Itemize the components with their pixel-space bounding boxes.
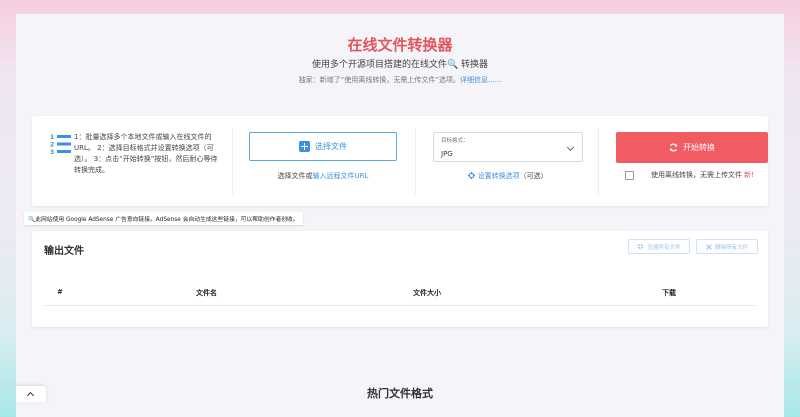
instructions-text: 1：批量选择多个本地文件或输入在线文件的URL。 2：选择目标格式并设置转换选项… [74, 133, 218, 174]
close-icon [706, 243, 712, 250]
plus-icon [299, 141, 310, 152]
file-select-hint: 选择文件或输入远程文件URL [249, 171, 397, 181]
page-subtitle: 使用多个开源项目搭建的在线文件🔍 转换器 [311, 60, 489, 70]
svg-text:1: 1 [50, 134, 54, 141]
settings-line: 设置转换选项（可选） [433, 171, 583, 181]
select-file-button[interactable]: 选择文件 [249, 132, 397, 161]
page-title: 在线文件转换器 [347, 36, 453, 54]
settings-optional-text: （可选） [519, 172, 548, 180]
conversion-panel: 1 2 3 1：批量选择多个本地文件或输入在线文件的URL。 2：选择目标格式并… [32, 116, 768, 206]
column-divider [232, 128, 233, 194]
compress-all-label: 压缩所有文件 [647, 244, 681, 251]
chevron-up-icon [26, 391, 35, 400]
target-format-value: JPG [441, 150, 453, 158]
page-container: 在线文件转换器 使用多个开源项目搭建的在线文件🔍 转换器 独家：新增了“使用离线… [16, 14, 784, 417]
offline-option: 使用离线转换，无需上传文件 新! [625, 170, 771, 180]
svg-text:2: 2 [50, 142, 54, 149]
column-header-filename: 文件名 [196, 289, 217, 297]
file-or-text: 选择文件或 [277, 172, 313, 180]
notice-text: 独家：新增了“使用离线转换，无需上传文件”选项。 [298, 76, 460, 84]
exclusive-notice: 独家：新增了“使用离线转换，无需上传文件”选项。详细信息...... [16, 75, 784, 85]
delete-all-label: 删除所有文件 [714, 244, 748, 251]
table-header-divider [44, 305, 756, 306]
start-conversion-button[interactable]: 开始转换 [616, 132, 768, 163]
refresh-icon [669, 143, 678, 152]
details-link[interactable]: 详细信息...... [460, 76, 501, 84]
remote-url-link[interactable]: 输入远程文件URL [313, 172, 369, 180]
output-title: 输出文件 [44, 246, 84, 257]
target-format-label: 目标格式： [441, 138, 469, 144]
column-divider [415, 128, 416, 194]
chevron-down-icon [566, 143, 575, 152]
target-format-select[interactable]: 目标格式： JPG [433, 132, 583, 162]
popular-formats-heading: 热门文件格式 [367, 387, 433, 400]
scroll-to-top-button[interactable] [16, 386, 46, 402]
compress-all-button[interactable]: 压缩所有文件 [628, 239, 690, 254]
svg-text:3: 3 [50, 149, 54, 155]
compress-icon [638, 243, 644, 250]
new-badge: 新! [744, 171, 754, 179]
column-header-filesize: 文件大小 [413, 289, 441, 297]
numbered-list-icon: 1 2 3 [50, 134, 71, 155]
gear-icon [468, 172, 476, 179]
column-header-index: # [57, 288, 63, 296]
column-divider [598, 128, 599, 194]
output-files-panel: 输出文件 压缩所有文件 删除所有文件 # 文件名 文件大小 下载 [32, 231, 768, 327]
offline-checkbox[interactable] [625, 170, 634, 180]
conversion-settings-link[interactable]: 设置转换选项 [478, 172, 520, 180]
select-file-label: 选择文件 [315, 142, 347, 151]
column-header-download: 下载 [662, 289, 676, 297]
start-conversion-label: 开始转换 [683, 143, 715, 152]
adsense-notice: 🔍此网站使用 Google AdSense 广告意向链接。AdSense 会自动… [24, 212, 303, 225]
offline-label: 使用离线转换，无需上传文件 [651, 171, 742, 179]
delete-all-button[interactable]: 删除所有文件 [696, 239, 758, 254]
